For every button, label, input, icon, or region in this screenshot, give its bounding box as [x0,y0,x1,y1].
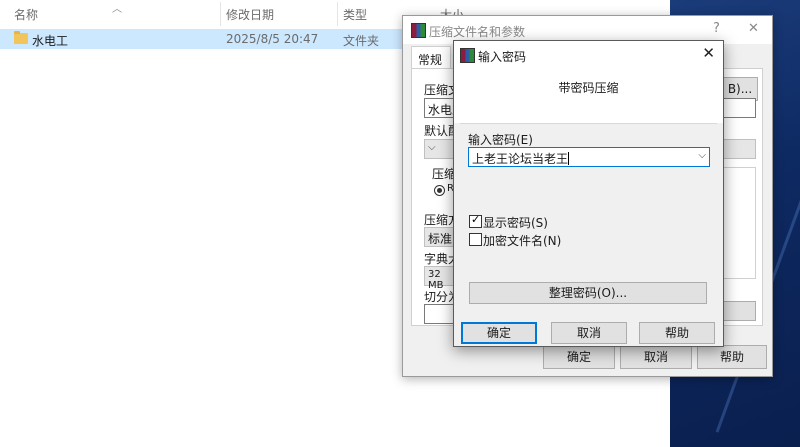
file-modified: 2025/8/5 20:47 [226,32,319,46]
dialog-title: 输入密码 [478,50,527,64]
ok-button[interactable]: 确定 [543,345,615,369]
split-volumes-input[interactable] [424,304,456,324]
column-header-modified[interactable]: 修改日期 [226,6,274,23]
ok-label: 确定 [566,350,591,364]
close-icon[interactable]: ✕ [702,44,715,62]
file-name[interactable]: 水电工 [32,32,68,49]
organize-passwords-label: 整理密码(O)... [548,286,628,300]
close-icon[interactable]: ✕ [748,21,759,36]
help-button[interactable]: 帮助 [639,322,715,344]
column-divider[interactable] [337,2,338,26]
title-bar[interactable]: 输入密码 ✕ [454,41,723,68]
tab-label: 常规 [418,53,443,67]
password-value: 上老王论坛当老王 [472,152,569,166]
cancel-button[interactable]: 取消 [620,345,692,369]
encrypt-file-names-label[interactable]: 加密文件名(N) [483,232,561,249]
folder-icon [14,31,28,44]
help-label: 帮助 [719,350,744,364]
chevron-down-icon[interactable]: ⌵ [698,150,706,161]
password-label: 输入密码(E) [468,133,533,147]
winrar-icon [460,48,475,63]
file-type: 文件夹 [343,34,380,48]
enter-password-dialog: 输入密码 ✕ 带密码压缩 输入密码(E) 上老王论坛当老王 ⌵ 显示密码(S) … [453,40,724,347]
compression-method-value: 标准 [428,232,453,246]
help-label: 帮助 [664,326,689,340]
help-button[interactable]: 帮助 [697,345,767,369]
compression-method-select[interactable]: 标准 [424,227,456,247]
ok-label: 确定 [486,326,511,340]
sort-ascending-icon: ︿ [112,4,122,15]
ok-button[interactable]: 确定 [461,322,537,344]
dialog-heading: 带密码压缩 [558,81,619,95]
text-caret [568,152,570,165]
column-header-name[interactable]: 名称 [14,6,38,23]
column-header-type[interactable]: 类型 [343,6,367,23]
browse-label: B)... [727,82,753,96]
format-radio-rar[interactable] [434,185,445,196]
winrar-icon [411,23,426,38]
cancel-button[interactable]: 取消 [551,322,627,344]
password-input[interactable]: 上老王论坛当老王 ⌵ [468,147,710,167]
dictionary-size-select[interactable]: 32 MB [424,266,456,291]
divider [460,123,717,124]
dialog-title: 压缩文件名和参数 [429,25,526,39]
cancel-label: 取消 [643,350,668,364]
encrypt-file-names-checkbox[interactable] [469,233,482,246]
show-password-label[interactable]: 显示密码(S) [483,214,548,231]
organize-passwords-button[interactable]: 整理密码(O)... [469,282,707,304]
dialog-header: 带密码压缩 [454,68,723,123]
tab-general[interactable]: 常规 [411,46,451,69]
help-icon[interactable]: ? [713,21,720,36]
show-password-checkbox[interactable] [469,213,482,228]
cancel-label: 取消 [576,326,601,340]
column-divider[interactable] [220,2,221,26]
